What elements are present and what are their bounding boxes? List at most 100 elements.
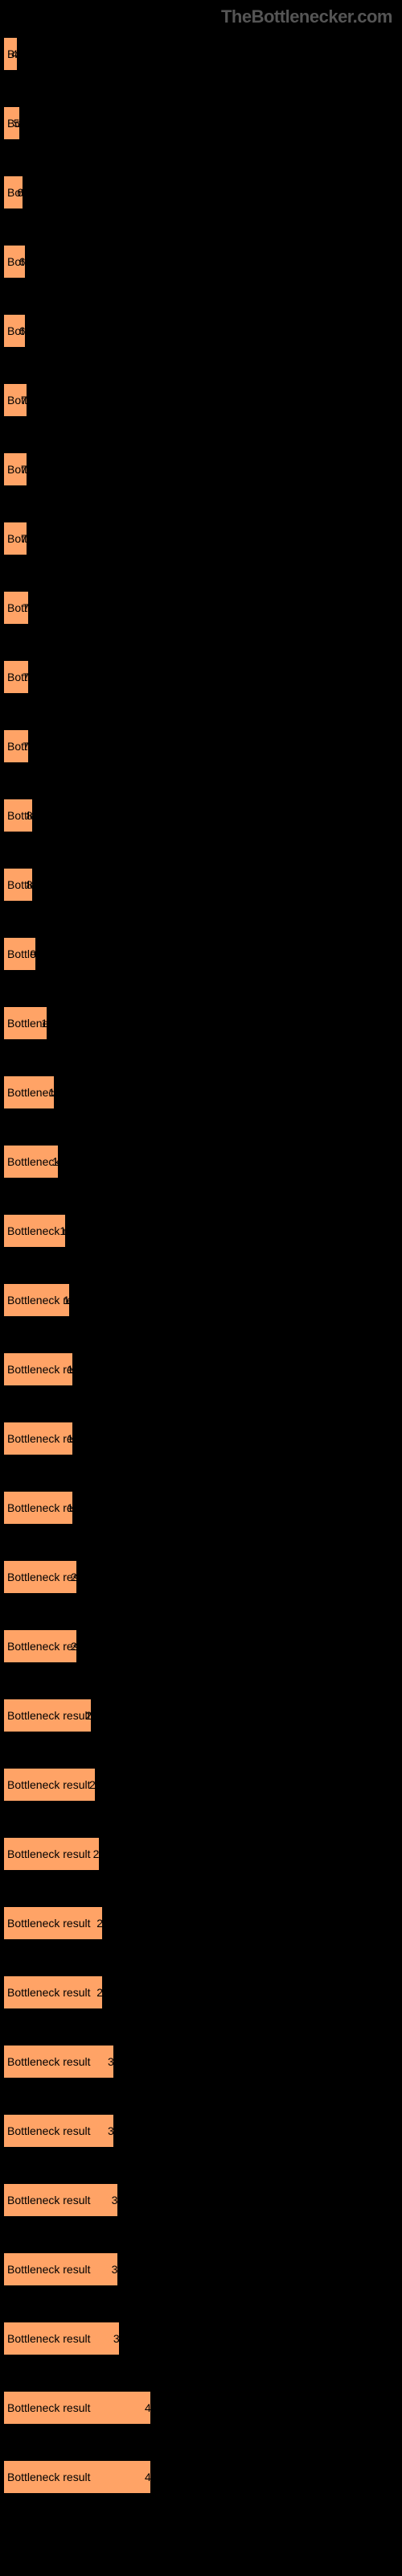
bar-label: Bottleneck result — [7, 2194, 91, 2207]
bar-row: Bottleneck result7 — [3, 660, 399, 694]
bar-label: Bottleneck result — [7, 1571, 77, 1583]
value-label: 20 — [71, 1640, 84, 1653]
bar-label: Bottleneck result — [7, 1778, 91, 1791]
bar-row: Bottleneck result 32 — [3, 2322, 399, 2355]
bar-row: Bottleneck result12 — [3, 1006, 399, 1040]
value-label: 7 — [23, 671, 29, 683]
bar-row: Bottleneck result26 — [3, 1837, 399, 1871]
bar-row: Bottleneck result30 — [3, 2114, 399, 2148]
value-label: 12 — [41, 1017, 54, 1030]
bar: Bottleneck result — [3, 2252, 118, 2286]
bar: Bottleneck result — [3, 1560, 77, 1594]
bar-label: Bottleneck result — [7, 1640, 77, 1653]
value-label: 32 — [113, 2332, 126, 2345]
value-label: 15 — [52, 1155, 65, 1168]
bar: Bottleneck result — [3, 1214, 66, 1248]
bar-row: Bottleneck result8 — [3, 868, 399, 902]
value-label: 14 — [48, 1086, 61, 1099]
bar-row: Bottleneck result 31 — [3, 2183, 399, 2217]
bar-row: Bottleneck result17 — [3, 1214, 399, 1248]
bar: Bottleneck result — [3, 1422, 73, 1455]
value-label: 26 — [93, 1847, 106, 1860]
bar-row: Bottleneck result27 — [3, 1906, 399, 1940]
bar-row: Bottleneck result19 — [3, 1352, 399, 1386]
value-label: 9 — [30, 947, 36, 960]
bar-row: Bottleneck result6 — [3, 175, 399, 209]
bar-row: Bottleneck result20 — [3, 1629, 399, 1663]
bar-row: Bottleneck result7 — [3, 383, 399, 417]
bar-label: Bottleneck result — [7, 1155, 59, 1168]
value-label: 8 — [27, 878, 33, 891]
bar-row: Bottleneck result6 — [3, 314, 399, 348]
bar-row: Bottleneck result25 — [3, 1768, 399, 1802]
bar: Bottleneck result — [3, 2391, 151, 2425]
bar-row: Bottleneck result6 — [3, 245, 399, 279]
value-label: 7 — [21, 463, 27, 476]
bar: Bottleneck result — [3, 1906, 103, 1940]
value-label: 24 — [85, 1709, 98, 1722]
bar: Bottleneck result — [3, 2183, 118, 2217]
value-label: 25 — [89, 1778, 102, 1791]
bar-row: Bottleneck result4 — [3, 37, 399, 71]
bar: Bottleneck result — [3, 1629, 77, 1663]
value-label: 40 — [145, 2401, 158, 2414]
value-label: 7 — [23, 740, 29, 753]
bar-label: Bottleneck result — [7, 2471, 91, 2483]
bar-row: Bottleneck result27 — [3, 1975, 399, 2009]
bar-row: Bottleneck result7 — [3, 452, 399, 486]
bar-row: Bottleneck result24 — [3, 1699, 399, 1732]
bar-row: Bottleneck result 30 — [3, 2045, 399, 2079]
value-label: 31 — [112, 2194, 125, 2207]
bar-row: Bottleneck result9 — [3, 937, 399, 971]
bar-label: Bottleneck result — [7, 1709, 91, 1722]
bar-label: Bottleneck result — [7, 1294, 70, 1307]
value-label: 31 — [112, 2263, 125, 2276]
bar-label: Bottleneck result — [7, 1917, 91, 1930]
value-label: 19 — [67, 1363, 80, 1376]
value-label: 5 — [14, 117, 20, 130]
bar-label: Bottleneck result — [7, 2124, 91, 2137]
value-label: 20 — [71, 1571, 84, 1583]
value-label: 7 — [23, 601, 29, 614]
bar: Bottleneck result — [3, 1352, 73, 1386]
value-label: 27 — [96, 1986, 109, 1999]
bar-row: Bottleneck result7 — [3, 729, 399, 763]
value-label: 6 — [17, 186, 23, 199]
value-label: 7 — [21, 394, 27, 407]
bar-label: Bottleneck result — [7, 2332, 91, 2345]
value-label: 7 — [21, 532, 27, 545]
bar-row: Bottleneck result20 — [3, 1560, 399, 1594]
bar: Bottleneck result — [3, 1699, 92, 1732]
value-label: 8 — [27, 809, 33, 822]
bar-label: Bottleneck result — [7, 1363, 73, 1376]
bar-row: Bottleneck result7 — [3, 591, 399, 625]
bar-row: Bottleneck result19 — [3, 1491, 399, 1525]
bar-row: Bottleneck result 40 — [3, 2391, 399, 2425]
bar-row: Bottleneck result19 — [3, 1422, 399, 1455]
value-label: 4 — [11, 47, 18, 60]
bar-row: Bottleneck result31 — [3, 2252, 399, 2286]
bar-row: Bottleneck result8 — [3, 799, 399, 832]
bar: Bottleneck result — [3, 1975, 103, 2009]
bar-label: Bottleneck result — [7, 1501, 73, 1514]
bar: Bottleneck result — [3, 1283, 70, 1317]
value-label: 6 — [19, 255, 26, 268]
bar-label: Bottleneck result — [7, 2401, 91, 2414]
bar-label: Bottleneck result — [7, 2055, 91, 2068]
bar-chart: Bottleneck result4 Bottleneck result5 Bo… — [0, 37, 402, 2494]
bar: Bottleneck result — [3, 2460, 151, 2494]
bar: Bottleneck result — [3, 1837, 100, 1871]
bar: Bottleneck result — [3, 2045, 114, 2079]
bar: Bottleneck result — [3, 1491, 73, 1525]
value-label: 19 — [67, 1432, 80, 1445]
bar-row: Bottleneck result18 — [3, 1283, 399, 1317]
value-label: 30 — [108, 2055, 121, 2068]
value-label: 19 — [67, 1501, 80, 1514]
bar-row: Bottleneck result7 — [3, 522, 399, 555]
bar: Bottleneck result — [3, 2114, 114, 2148]
value-label: 6 — [19, 324, 26, 337]
bar-label: Bottleneck result — [7, 1224, 66, 1237]
value-label: 40 — [145, 2471, 158, 2483]
bar-row: Bottleneck result15 — [3, 1145, 399, 1179]
bar: Bottleneck result — [3, 1768, 96, 1802]
